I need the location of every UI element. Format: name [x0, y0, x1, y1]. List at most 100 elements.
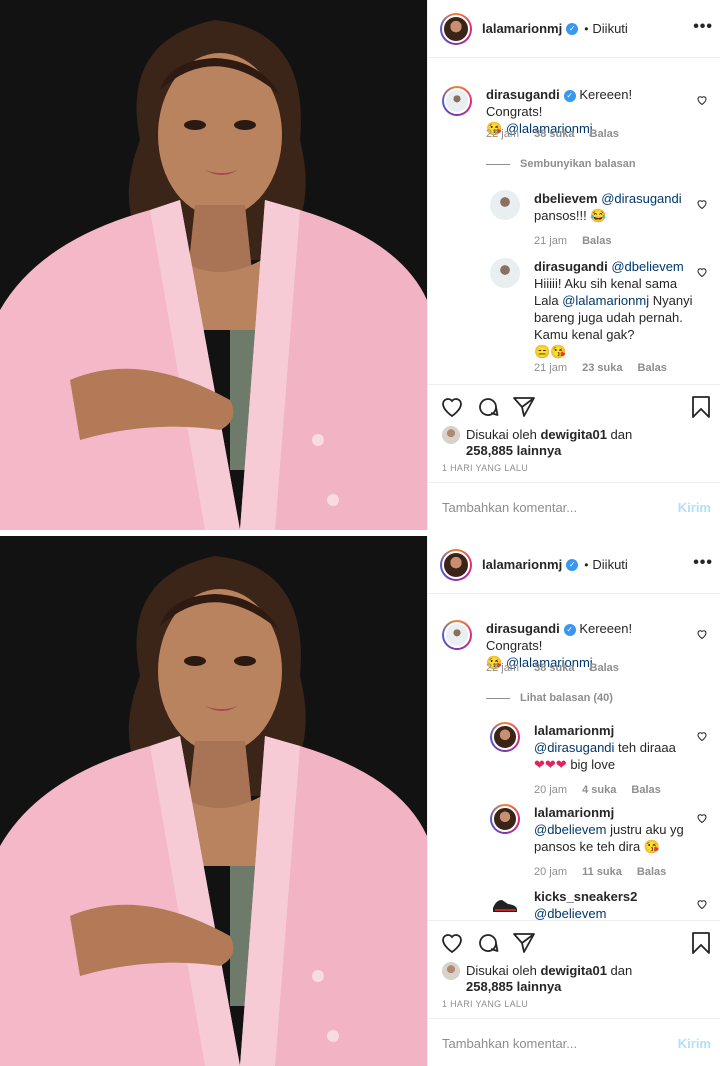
comment-meta: 22 jam 38 suka Balas [486, 128, 631, 140]
reply-mention[interactable]: @dbelievem [534, 906, 606, 920]
reply-button[interactable]: Balas [582, 235, 611, 247]
view-replies-toggle[interactable]: Lihat balasan (40) [486, 692, 613, 704]
more-icon[interactable]: ••• [693, 18, 713, 36]
reply-username[interactable]: dirasugandi [534, 259, 608, 274]
author-username[interactable]: lalamarionmj [482, 21, 562, 36]
reply-time: 21 jam [534, 235, 568, 247]
heart-icon[interactable] [696, 94, 708, 106]
heart-icon[interactable] [696, 812, 708, 824]
post-panel-2: lalamarionmj ✓ • Diikuti ••• dirasugandi… [0, 536, 720, 1066]
post-comment-button[interactable]: Kirim [678, 1036, 711, 1051]
reply-button[interactable]: Balas [638, 362, 667, 374]
bookmark-icon[interactable] [689, 395, 713, 419]
bookmark-icon[interactable] [689, 931, 713, 955]
reply-mention[interactable]: @dbelievem [534, 822, 606, 837]
heart-icon[interactable] [696, 266, 708, 278]
reply-button[interactable]: Balas [590, 128, 619, 140]
portrait-illustration [0, 536, 427, 1066]
liker-avatar [442, 426, 460, 444]
liker-username[interactable]: dewigita01 [540, 963, 606, 978]
reply-likes[interactable]: 4 suka [582, 784, 616, 796]
reply-meta: 21 jam Balas [534, 235, 623, 247]
reply-username[interactable]: lalamarionmj [534, 805, 614, 820]
reply-emoji: 😂 [590, 208, 607, 223]
comments-list[interactable]: dirasugandi ✓ Kereeen! Congrats! 😘 @lalam… [428, 594, 720, 920]
likes-and: dan [610, 963, 633, 978]
likes-summary[interactable]: Disukai oleh dewigita01 dan 258,885 lain… [442, 962, 633, 995]
liker-avatar [442, 962, 460, 980]
sneaker-icon [493, 900, 517, 912]
reply-username[interactable]: kicks_sneakers2 [534, 889, 637, 904]
heart-icon[interactable] [696, 628, 708, 640]
post-photo[interactable] [0, 536, 427, 1066]
comment-likes[interactable]: 38 suka [534, 662, 574, 674]
reply-text: teh diraaa [618, 740, 676, 755]
following-button[interactable]: Diikuti [592, 21, 627, 36]
heart-icon[interactable] [696, 730, 708, 742]
reply-avatar[interactable] [490, 888, 520, 918]
likes-count[interactable]: 258,885 lainnya [466, 979, 561, 994]
commenter-username[interactable]: dirasugandi [486, 621, 560, 636]
reply-mention[interactable]: @dbelievem [611, 259, 683, 274]
post-photo[interactable] [0, 0, 427, 530]
verified-icon: ✓ [566, 558, 579, 571]
verified-icon: ✓ [563, 89, 576, 102]
reply-mention[interactable]: @dirasugandi [601, 191, 681, 206]
comment-icon[interactable] [476, 931, 500, 955]
comment-input[interactable]: Tambahkan komentar... [442, 1036, 577, 1051]
likes-summary[interactable]: Disukai oleh dewigita01 dan 258,885 lain… [442, 426, 632, 459]
commenter-username[interactable]: dirasugandi [486, 87, 560, 102]
reply-button[interactable]: Balas [631, 784, 660, 796]
post-comment-button[interactable]: Kirim [678, 500, 711, 515]
heart-icon[interactable] [696, 198, 708, 210]
heart-icon[interactable] [440, 931, 464, 955]
reply-username[interactable]: lalamarionmj [534, 723, 614, 738]
hide-replies-toggle[interactable]: Sembunyikan balasan [486, 158, 636, 170]
reply-text: pansos!!! [534, 208, 587, 223]
commenter-avatar[interactable] [442, 86, 472, 116]
more-icon[interactable]: ••• [693, 554, 713, 572]
reply-likes[interactable]: 23 suka [582, 362, 622, 374]
author-avatar[interactable] [440, 548, 472, 581]
reply-time: 20 jam [534, 784, 568, 796]
reply-button[interactable]: Balas [590, 662, 619, 674]
post-header: lalamarionmj ✓ • Diikuti ••• [428, 536, 720, 594]
comment-time: 22 jam [486, 128, 520, 140]
comment-icon[interactable] [476, 395, 500, 419]
reply-avatar[interactable] [490, 190, 520, 220]
comment-input[interactable]: Tambahkan komentar... [442, 500, 577, 515]
reply-time: 21 jam [534, 362, 568, 374]
following-button[interactable]: Diikuti [592, 557, 627, 572]
reply-avatar[interactable] [490, 804, 520, 834]
reply-emoji: 😘 [643, 839, 661, 854]
author-username[interactable]: lalamarionmj [482, 557, 562, 572]
heart-icon[interactable] [440, 395, 464, 419]
separator-dot: • [584, 21, 589, 36]
post-actions: Disukai oleh dewigita01 dan 258,885 lain… [428, 920, 720, 1018]
reply-meta: 20 jam 11 suka Balas [534, 866, 678, 878]
toggle-label: Lihat balasan (40) [520, 692, 613, 704]
comment-time: 22 jam [486, 662, 520, 674]
comment-likes[interactable]: 38 suka [534, 128, 574, 140]
reply-username[interactable]: dbelievem [534, 191, 598, 206]
post-sidebar: lalamarionmj ✓ • Diikuti ••• dirasugandi… [427, 536, 720, 1066]
reply-mention[interactable]: @dirasugandi [534, 740, 614, 755]
reply-avatar[interactable] [490, 258, 520, 288]
share-icon[interactable] [512, 395, 536, 419]
reply-meta: 21 jam 23 suka Balas [534, 362, 679, 374]
add-comment-bar: Tambahkan komentar... Kirim [428, 482, 720, 530]
author-avatar[interactable] [440, 12, 472, 45]
reply-time: 20 jam [534, 866, 568, 878]
reply-button[interactable]: Balas [637, 866, 666, 878]
reply-mention-2[interactable]: @lalamarionmj [562, 293, 649, 308]
share-icon[interactable] [512, 931, 536, 955]
reply-avatar[interactable] [490, 722, 520, 752]
commenter-avatar[interactable] [442, 620, 472, 650]
post-header: lalamarionmj ✓ • Diikuti ••• [428, 0, 720, 58]
liker-username[interactable]: dewigita01 [540, 427, 606, 442]
reply-likes[interactable]: 11 suka [582, 866, 622, 878]
heart-icon[interactable] [696, 898, 708, 910]
reply-meta: 20 jam 4 suka Balas [534, 784, 673, 796]
comments-list[interactable]: dirasugandi ✓ Kereeen! Congrats! 😘 @lalam… [428, 58, 720, 384]
likes-count[interactable]: 258,885 lainnya [466, 443, 561, 458]
